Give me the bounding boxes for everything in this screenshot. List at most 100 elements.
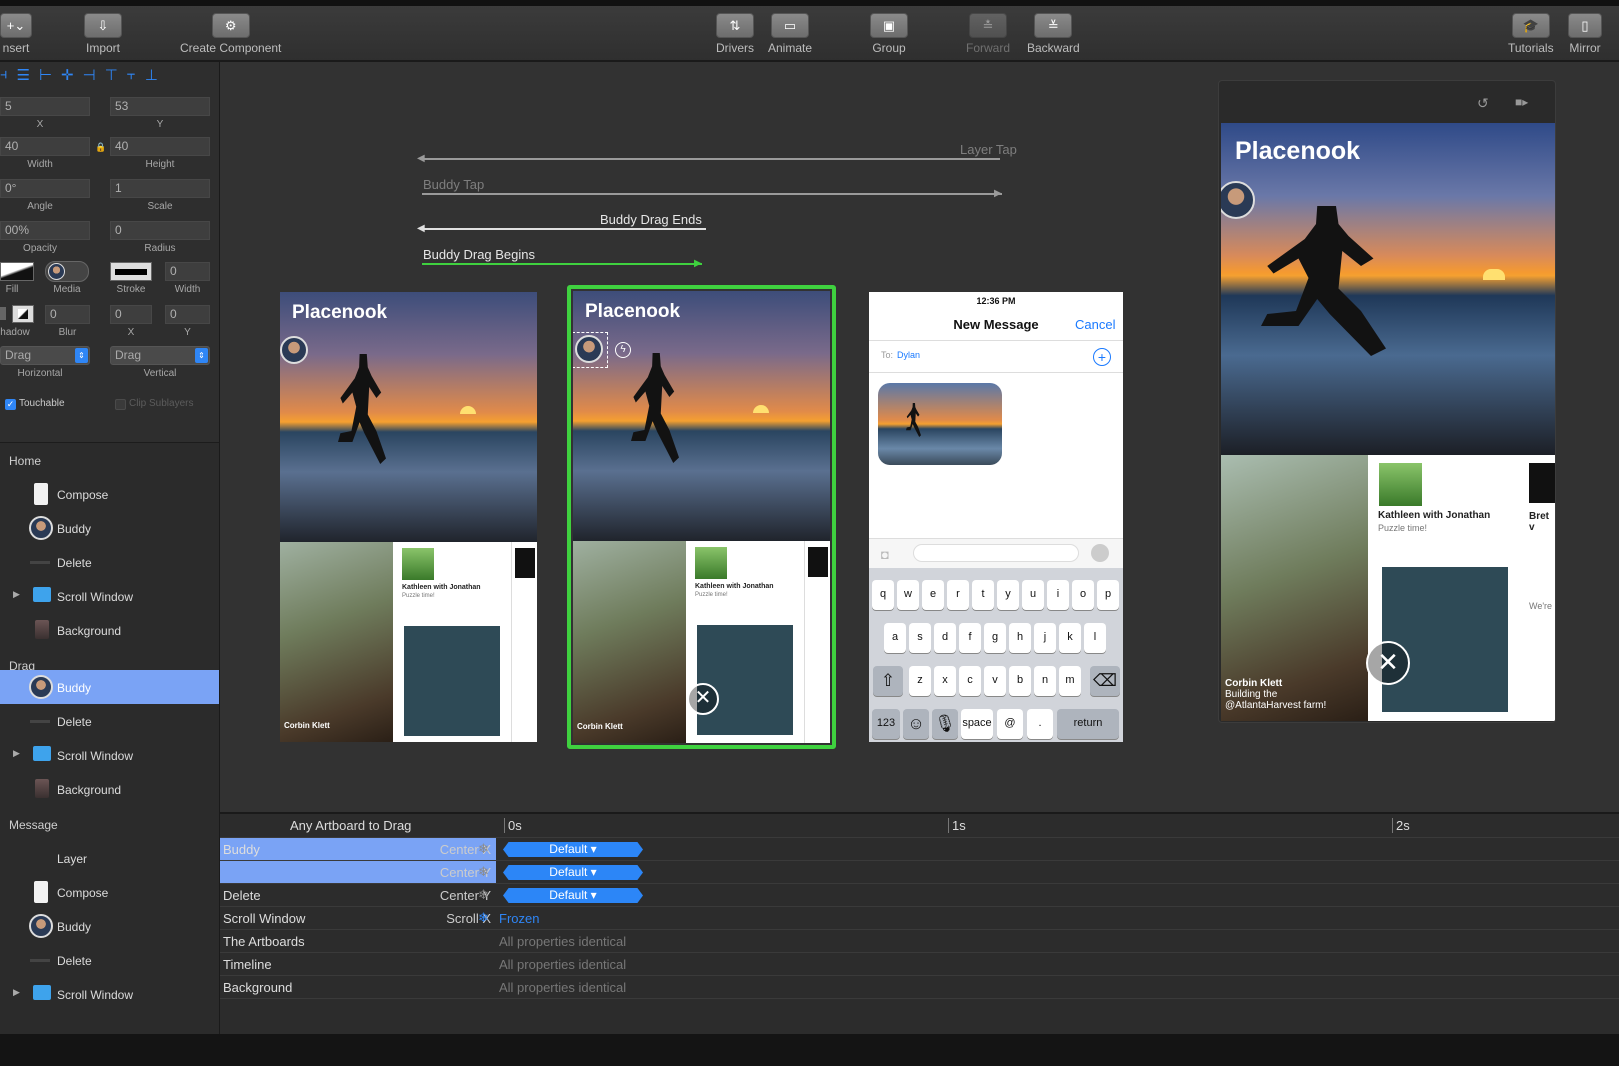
disclosure-triangle-icon[interactable]: ▶ [13,589,20,600]
mic-key-icon[interactable]: 🎙 [932,709,958,739]
key-123[interactable]: 123 [872,709,900,739]
key-k[interactable]: k [1059,623,1081,653]
reload-icon[interactable]: ↺ [1477,95,1489,112]
align-right-edge-icon[interactable]: ⊣ [83,66,96,84]
timeline-row[interactable]: Delete Center Y ❄ Default ▾ [220,884,1619,907]
align-top-icon[interactable]: ⊤ [105,66,118,84]
card-bret[interactable] [804,541,829,743]
timeline-row[interactable]: Background All properties identical [220,976,1619,999]
camera-icon[interactable]: ◘ [881,547,889,562]
layer-delete[interactable]: Delete [0,545,219,579]
artboard-message[interactable]: 12:36 PM New Message Cancel To: Dylan + … [869,292,1123,742]
lightning-icon[interactable]: ϟ [615,342,631,358]
key-e[interactable]: e [922,580,944,610]
to-recipient[interactable]: Dylan [897,350,920,360]
key-v[interactable]: v [984,666,1006,696]
import-button[interactable]: ⇩ Import [84,13,122,55]
attached-photo[interactable] [878,383,1002,465]
shadow-swatch[interactable] [0,307,6,320]
layer-compose[interactable]: Compose [0,875,219,909]
key-h[interactable]: h [1009,623,1031,653]
disclosure-triangle-icon[interactable]: ▶ [13,748,20,759]
shadow-color-swatch[interactable] [12,305,34,323]
align-left-edge-icon[interactable]: ⊢ [39,66,52,84]
shift-key-icon[interactable]: ⇧ [873,666,903,696]
preview-window[interactable]: ↺ ■▸ Placenook Corbin Klett Building the @… [1218,80,1556,723]
layer-delete[interactable]: Delete [0,704,219,738]
timeline-row-value[interactable]: Frozen [499,911,539,926]
stroke-width-field[interactable]: 0 [165,262,210,281]
width-field[interactable]: 40 [0,137,90,156]
align-center-h-icon[interactable]: ☰ [17,66,30,84]
key-s[interactable]: s [909,623,931,653]
snowflake-icon[interactable]: ❄ [478,841,489,857]
card-kathleen[interactable]: Kathleen with Jonathan Puzzle time! [396,542,508,742]
group-button[interactable]: ▣ Group [870,13,908,55]
opacity-field[interactable]: 00% [0,221,90,240]
key-o[interactable]: o [1072,580,1094,610]
connection-buddy-drag-ends[interactable] [420,228,706,230]
angle-field[interactable]: 0° [0,179,90,198]
layer-background[interactable]: Background [0,772,219,806]
backward-button[interactable]: ≚ Backward [1027,13,1080,55]
blur-field[interactable]: 0 [45,305,90,324]
align-bottom-icon[interactable]: ⊥ [145,66,158,84]
key-i[interactable]: i [1047,580,1069,610]
mirror-button[interactable]: ▯ Mirror [1568,13,1602,55]
artboard-drag[interactable]: Placenook ϟ Corbin Klett Kathleen with J… [573,291,830,743]
radius-field[interactable]: 0 [110,221,210,240]
key-d[interactable]: d [934,623,956,653]
key-dot[interactable]: . [1027,709,1053,739]
key-q[interactable]: q [872,580,894,610]
card-bret[interactable]: Bret v We're [1523,455,1555,721]
artboard-home[interactable]: Placenook Corbin Klett Kathleen with Jon… [280,292,537,742]
horizontal-drag-select[interactable]: Drag ⇕ [0,346,90,365]
lock-icon[interactable]: 🔒 [95,142,106,153]
layer-background[interactable]: Background [0,613,219,647]
layer-scroll-window[interactable]: ▶ Scroll Window [0,738,219,772]
connection-layer-tap[interactable] [420,158,1000,160]
backspace-key-icon[interactable]: ⌫ [1090,666,1120,696]
message-input[interactable] [913,544,1079,562]
add-recipient-icon[interactable]: + [1093,348,1111,366]
snowflake-icon[interactable]: ❄ [478,887,489,903]
key-w[interactable]: w [897,580,919,610]
card-corbin[interactable]: Corbin Klett [280,542,393,742]
fill-swatch[interactable] [0,262,34,281]
snowflake-icon[interactable]: ❄ [478,910,489,926]
timeline-row[interactable]: The Artboards All properties identical [220,930,1619,953]
key-z[interactable]: z [909,666,931,696]
key-f[interactable]: f [959,623,981,653]
canvas[interactable]: ◀ Layer Tap ▶ Buddy Tap ◀ Buddy Drag End… [220,62,1619,812]
connection-buddy-tap[interactable] [422,193,1002,195]
disclosure-triangle-icon[interactable]: ▶ [13,987,20,998]
layer-layer[interactable]: Layer [0,841,219,875]
timeline-row[interactable]: Buddy Center X ❄ Default ▾ [220,838,1619,861]
key-u[interactable]: u [1022,580,1044,610]
height-field[interactable]: 40 [110,137,210,156]
animation-curve-pill[interactable]: Default ▾ [503,865,643,880]
insert-button[interactable]: +⌄ nsert [0,13,32,55]
align-middle-icon[interactable]: ⫟ [127,66,136,84]
microphone-icon[interactable] [1091,544,1109,562]
key-space[interactable]: space [961,709,993,739]
video-camera-icon[interactable]: ■▸ [1515,95,1528,109]
x-field[interactable]: 5 [0,97,90,116]
key-c[interactable]: c [959,666,981,696]
key-y[interactable]: y [997,580,1019,610]
layer-delete[interactable]: Delete [0,943,219,977]
layer-buddy[interactable]: Buddy [0,511,219,545]
key-m[interactable]: m [1059,666,1081,696]
animation-curve-pill[interactable]: Default ▾ [503,842,643,857]
layer-buddy-selected[interactable]: Buddy [0,670,219,704]
cancel-button[interactable]: Cancel [1075,317,1115,332]
align-left-icon[interactable]: ⫞ [0,66,8,84]
key-r[interactable]: r [947,580,969,610]
create-component-button[interactable]: ⚙ Create Component [180,13,281,55]
shadow-y-field[interactable]: 0 [165,305,210,324]
key-x[interactable]: x [934,666,956,696]
stroke-swatch[interactable] [110,262,152,281]
shadow-x-field[interactable]: 0 [110,305,152,324]
key-return[interactable]: return [1057,709,1119,739]
key-p[interactable]: p [1097,580,1119,610]
